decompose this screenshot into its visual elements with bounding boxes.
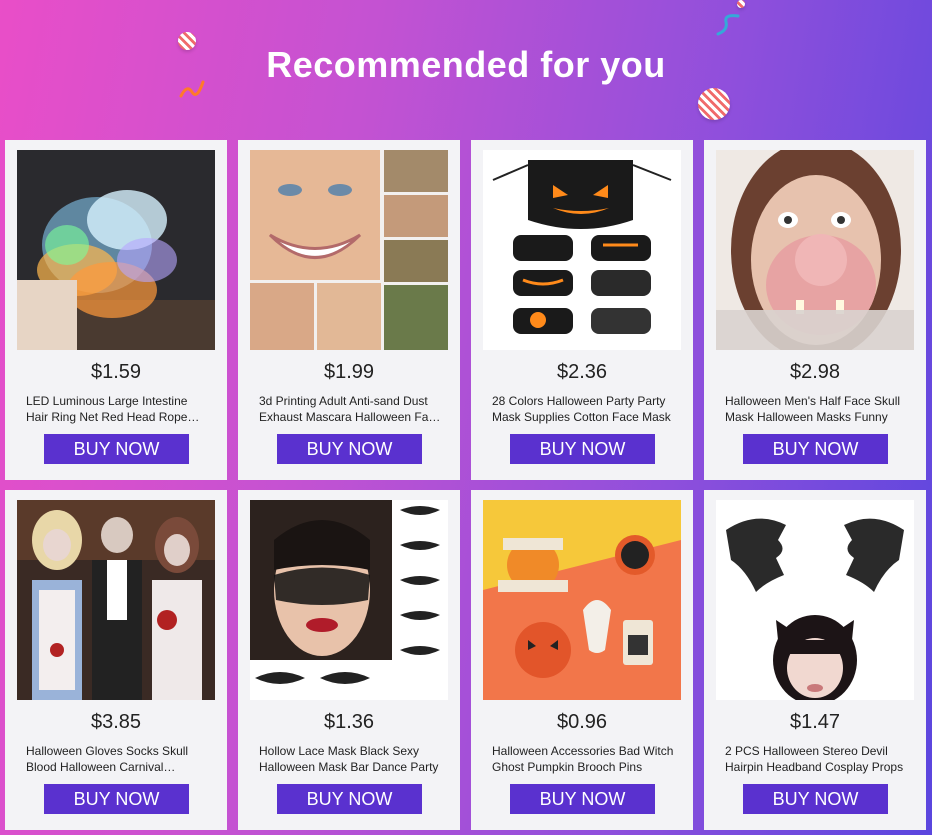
product-price: $2.98 <box>789 361 841 383</box>
product-name[interactable]: Halloween Men's Half Face Skull Mask Hal… <box>725 394 909 425</box>
product-card: $0.96 Halloween Accessories Bad Witch Gh… <box>471 490 693 830</box>
product-card: $1.47 2 PCS Halloween Stereo Devil Hairp… <box>704 490 926 830</box>
streamer-decoration-icon <box>714 12 742 38</box>
buy-now-button[interactable]: BUY NOW <box>44 434 189 464</box>
buy-now-button[interactable]: BUY NOW <box>510 784 655 814</box>
buy-now-button[interactable]: BUY NOW <box>277 434 422 464</box>
product-name[interactable]: Hollow Lace Mask Black Sexy Halloween Ma… <box>259 744 443 775</box>
buy-now-button[interactable]: BUY NOW <box>44 784 189 814</box>
product-card: $1.59 LED Luminous Large Intestine Hair … <box>5 140 227 480</box>
product-image[interactable] <box>483 500 681 700</box>
buy-now-button[interactable]: BUY NOW <box>277 784 422 814</box>
product-price: $2.36 <box>556 361 608 383</box>
product-price: $1.59 <box>90 361 142 383</box>
product-image[interactable] <box>250 500 448 700</box>
product-card: $1.99 3d Printing Adult Anti-sand Dust E… <box>238 140 460 480</box>
product-price: $1.47 <box>789 711 841 733</box>
product-card: $2.98 Halloween Men's Half Face Skull Ma… <box>704 140 926 480</box>
product-card: $3.85 Halloween Gloves Socks Skull Blood… <box>5 490 227 830</box>
product-name[interactable]: 3d Printing Adult Anti-sand Dust Exhaust… <box>259 394 443 425</box>
buy-now-button[interactable]: BUY NOW <box>743 434 888 464</box>
product-name[interactable]: 28 Colors Halloween Party Party Mask Sup… <box>492 394 676 425</box>
product-name[interactable]: Halloween Gloves Socks Skull Blood Hallo… <box>26 744 210 775</box>
product-image[interactable] <box>17 500 215 700</box>
buy-now-button[interactable]: BUY NOW <box>743 784 888 814</box>
product-image[interactable] <box>250 150 448 350</box>
product-card: $2.36 28 Colors Halloween Party Party Ma… <box>471 140 693 480</box>
product-price: $1.99 <box>323 361 375 383</box>
product-price: $0.96 <box>556 711 608 733</box>
product-name[interactable]: LED Luminous Large Intestine Hair Ring N… <box>26 394 210 425</box>
product-card: $1.36 Hollow Lace Mask Black Sexy Hallow… <box>238 490 460 830</box>
page-title: Recommended for you <box>266 44 666 85</box>
product-image[interactable] <box>17 150 215 350</box>
product-name[interactable]: Halloween Accessories Bad Witch Ghost Pu… <box>492 744 676 775</box>
buy-now-button[interactable]: BUY NOW <box>510 434 655 464</box>
product-image[interactable] <box>716 150 914 350</box>
candy-decoration-icon <box>737 0 745 8</box>
product-price: $3.85 <box>90 711 142 733</box>
product-image[interactable] <box>483 150 681 350</box>
product-name[interactable]: 2 PCS Halloween Stereo Devil Hairpin Hea… <box>725 744 909 775</box>
candy-decoration-icon <box>698 88 730 120</box>
product-image[interactable] <box>716 500 914 700</box>
product-price: $1.36 <box>323 711 375 733</box>
